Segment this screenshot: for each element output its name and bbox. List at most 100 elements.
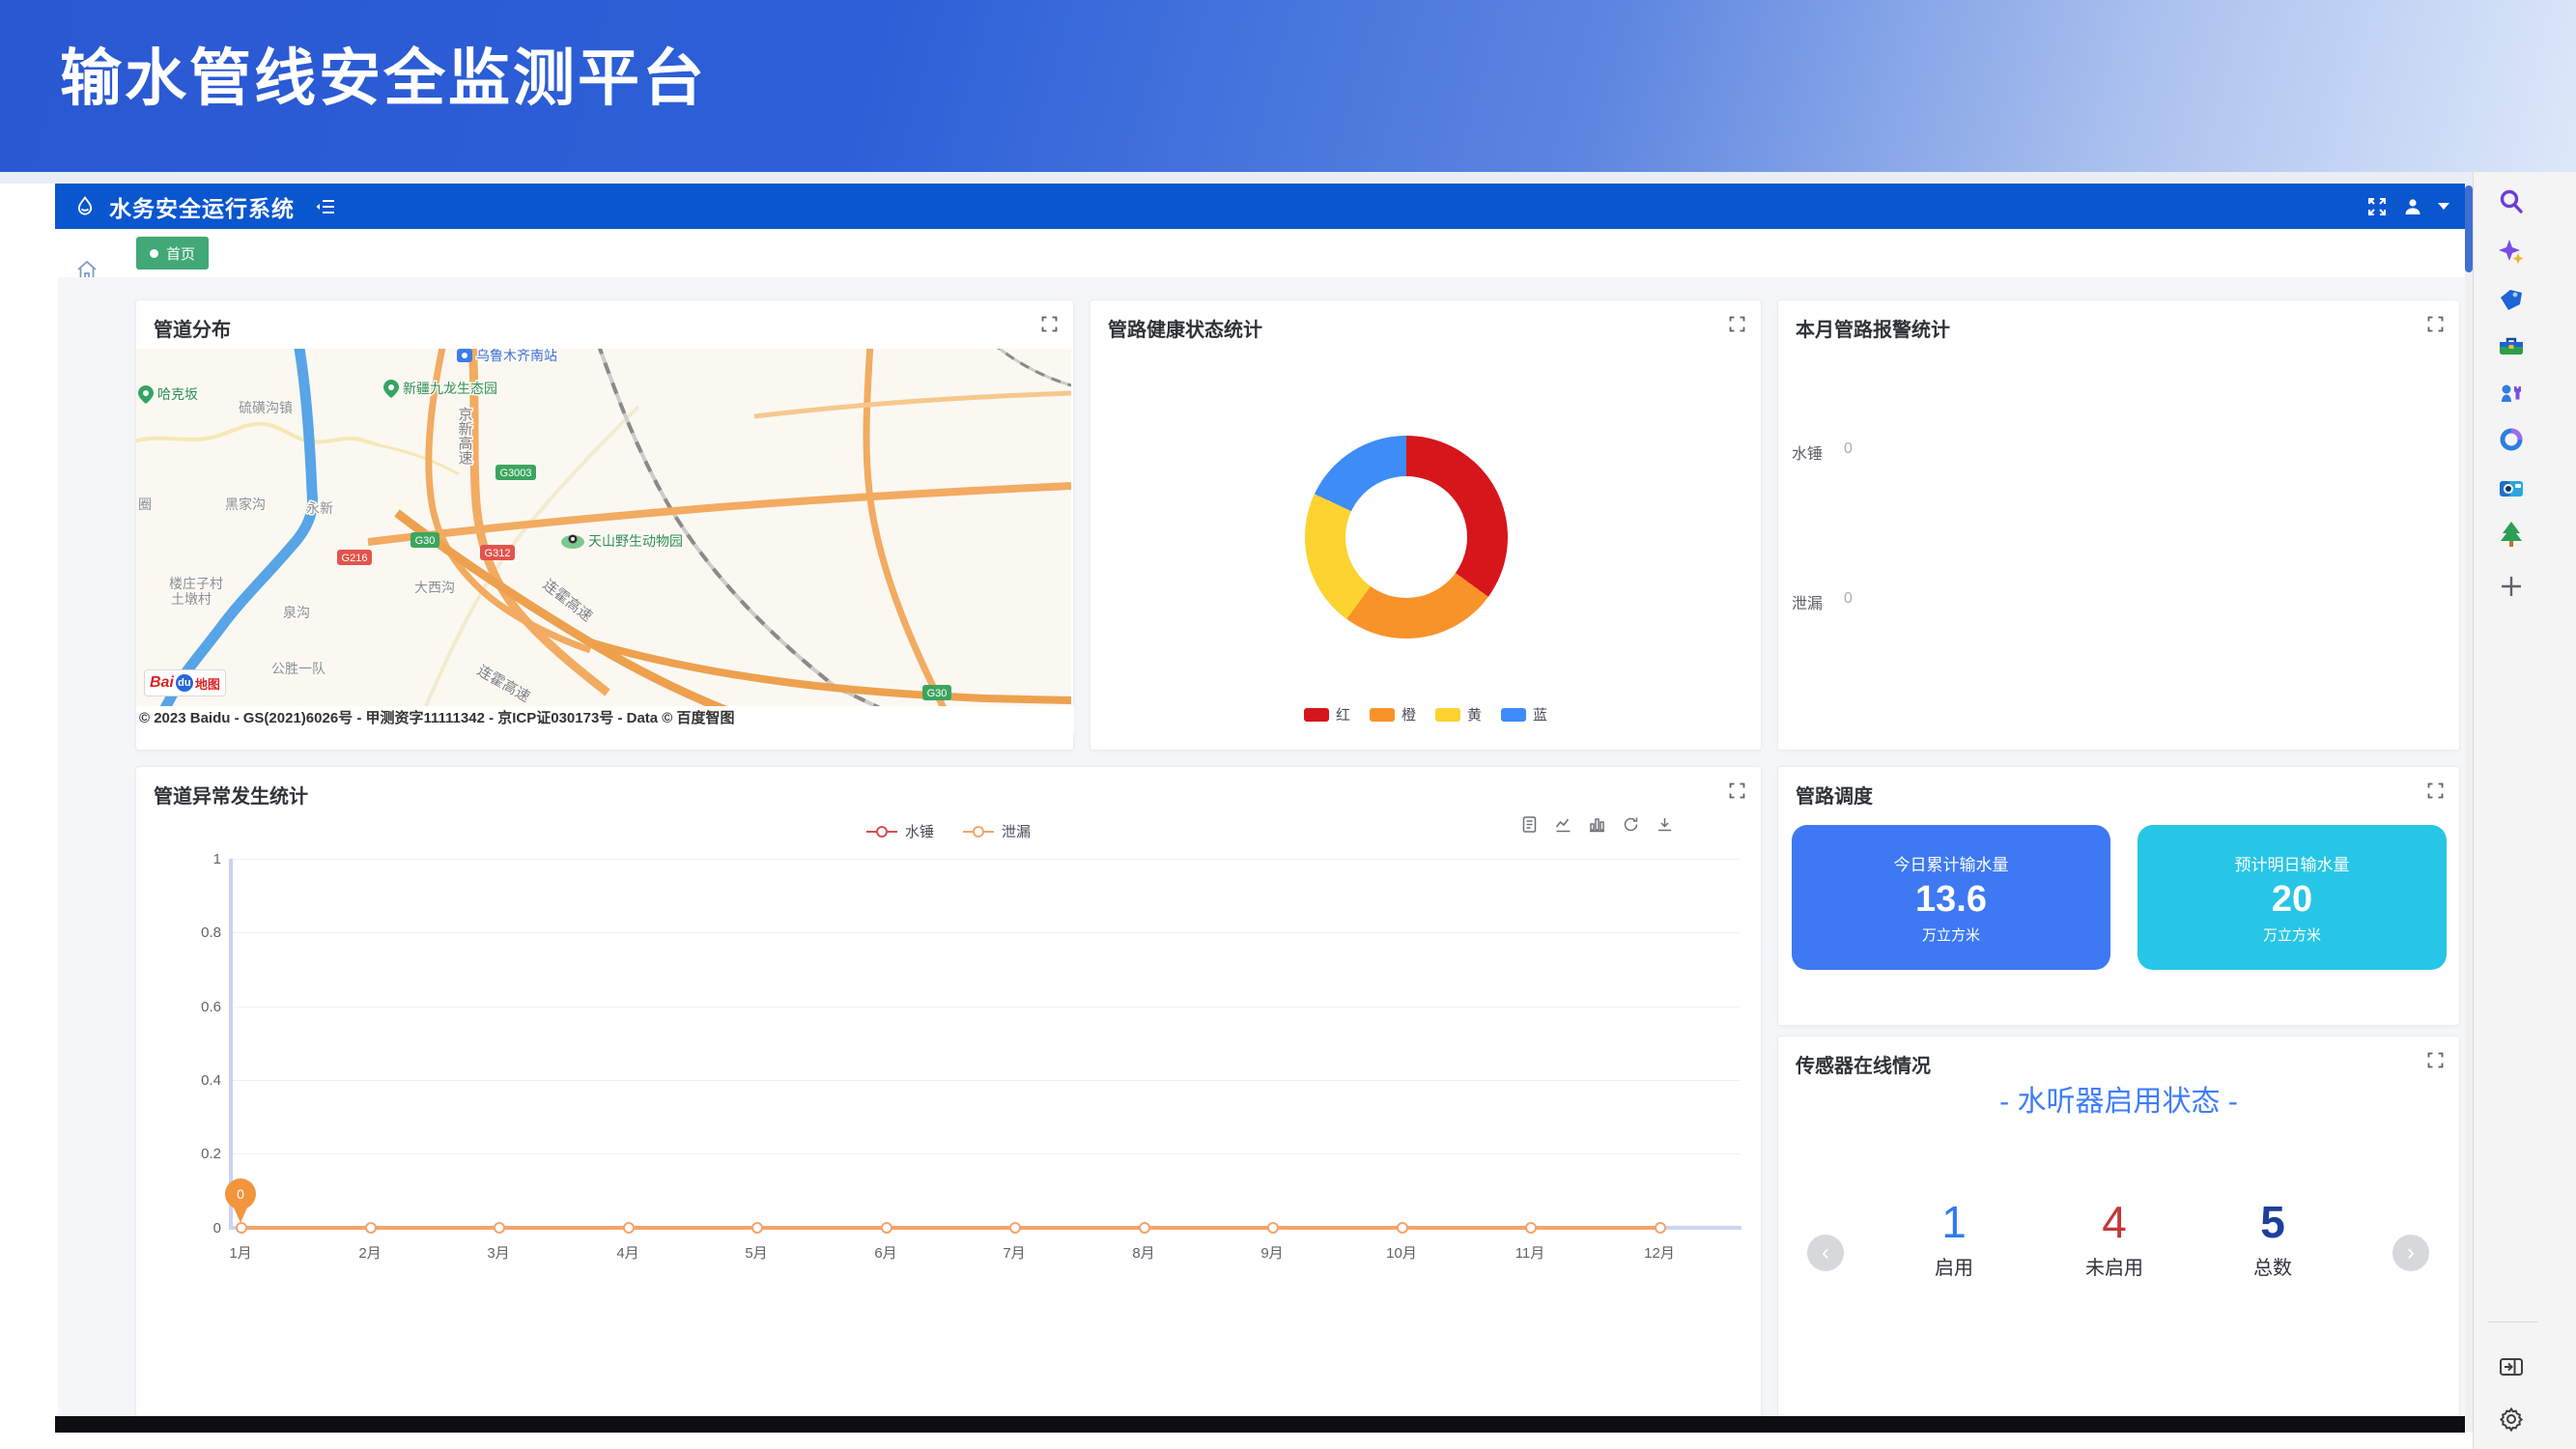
- add-extension-icon[interactable]: [2497, 572, 2526, 601]
- card-abnormal-statistics: 管道异常发生统计: [135, 766, 1762, 1417]
- data-point[interactable]: [623, 1222, 635, 1234]
- card-pipeline-health: 管路健康状态统计 红 橙 黄 蓝: [1090, 299, 1762, 751]
- legend-item-red[interactable]: 红: [1304, 704, 1350, 724]
- alarm-category-label: 泄漏: [1792, 590, 1823, 613]
- data-point[interactable]: [1655, 1222, 1666, 1234]
- sparkle-ai-icon[interactable]: [2497, 238, 2526, 267]
- alarm-value: 0: [1844, 590, 1853, 613]
- y-axis-line: [229, 859, 233, 1228]
- tree-icon[interactable]: [2497, 520, 2526, 549]
- card-monthly-alarms: 本月管路报警统计 水锤 0 泄漏 0: [1777, 299, 2460, 751]
- x-tick-label: 8月: [1115, 1242, 1173, 1263]
- map-label: 硫磺沟镇: [239, 400, 293, 415]
- tab-home[interactable]: 首页: [136, 237, 209, 270]
- stat-not-enabled: 4 未启用: [2071, 1196, 2158, 1280]
- y-tick-label: 0.4: [154, 1072, 221, 1089]
- tab-bar: 首页: [116, 229, 2465, 278]
- top-banner: 输水管线安全监测平台: [0, 0, 2576, 172]
- map-label: 土墩村: [171, 591, 212, 607]
- loop-icon[interactable]: [2497, 425, 2526, 454]
- legend-label: 橙: [1401, 704, 1416, 724]
- x-tick-label: 3月: [469, 1242, 527, 1263]
- expand-card-icon[interactable]: [2427, 782, 2444, 799]
- svg-text:G30: G30: [415, 535, 436, 547]
- banner-divider: [0, 172, 2576, 184]
- markpoint-pin-tail: [234, 1208, 247, 1223]
- open-sidebar-icon[interactable]: [2497, 1352, 2526, 1381]
- data-point[interactable]: [1267, 1222, 1279, 1234]
- baidu-map[interactable]: 硫磺沟镇 黑家沟 永新 大西沟 泉沟 公胜一队 楼庄子村 土墩村 圈 京新高速 …: [136, 349, 1071, 706]
- data-point[interactable]: [236, 1222, 247, 1234]
- data-point[interactable]: [1009, 1222, 1021, 1234]
- expand-card-icon[interactable]: [2427, 316, 2444, 332]
- menu-fold-icon[interactable]: [314, 195, 337, 218]
- stat-enabled: 1 启用: [1911, 1196, 1997, 1280]
- data-point[interactable]: [1397, 1222, 1408, 1234]
- camera-icon[interactable]: [2497, 473, 2526, 502]
- data-point[interactable]: [1525, 1222, 1537, 1234]
- x-tick-label: 9月: [1243, 1242, 1301, 1263]
- map-label: 公胜一队: [271, 661, 326, 676]
- map-poi-hakeban: 哈克坂: [138, 385, 198, 404]
- legend-swatch: [1501, 708, 1526, 722]
- hydrophone-status-heading: - 水听器启用状态 -: [1778, 1077, 2459, 1120]
- alarm-row-xielou: 泄漏 0: [1792, 590, 1853, 613]
- carousel-prev-arrow[interactable]: ‹: [1807, 1235, 1844, 1271]
- search-icon[interactable]: [2497, 187, 2526, 216]
- y-tick-label: 0: [154, 1220, 221, 1236]
- baidu-logo-text: Bai: [150, 674, 174, 692]
- x-tick-label: 7月: [985, 1242, 1043, 1263]
- legend-item-xielou[interactable]: 泄漏: [963, 821, 1031, 841]
- legend-item-yellow[interactable]: 黄: [1435, 704, 1482, 724]
- tile-tomorrow-volume[interactable]: 预计明日输水量 20 万立方米: [2137, 825, 2447, 970]
- user-avatar-icon[interactable]: [2403, 197, 2422, 216]
- chess-icon[interactable]: [2497, 379, 2526, 408]
- svg-text:G30: G30: [927, 688, 948, 699]
- gridline: [231, 1007, 1740, 1008]
- data-point[interactable]: [881, 1222, 892, 1234]
- fullscreen-toggle-icon[interactable]: [2366, 196, 2388, 217]
- tile-unit: 万立方米: [1922, 924, 1980, 945]
- svg-text:新疆九龙生态园: 新疆九龙生态园: [403, 381, 497, 396]
- card-pipeline-distribution: 管道分布: [135, 299, 1074, 751]
- map-road-label: 京新高速: [457, 407, 473, 466]
- legend-item-shuichui[interactable]: 水锤: [866, 821, 934, 841]
- carousel-next-arrow[interactable]: ›: [2392, 1235, 2429, 1271]
- data-point[interactable]: [1139, 1222, 1150, 1234]
- legend-item-orange[interactable]: 橙: [1370, 704, 1416, 724]
- data-point[interactable]: [365, 1222, 377, 1234]
- svg-text:G216: G216: [342, 553, 368, 564]
- map-badge-g216: G216: [337, 550, 372, 565]
- card-pipeline-dispatch: 管路调度 今日累计输水量 13.6 万立方米 预计明日输水量 20 万立方米: [1777, 766, 2460, 1026]
- data-point[interactable]: [494, 1222, 505, 1234]
- svg-text:乌鲁木齐南站: 乌鲁木齐南站: [476, 349, 557, 363]
- dashboard-screen: 输水管线安全监测平台 水务安全运行系统: [0, 0, 2576, 1449]
- svg-text:G312: G312: [485, 548, 511, 559]
- gridline: [231, 1080, 1740, 1081]
- user-menu-caret-icon[interactable]: [2438, 203, 2449, 210]
- data-point[interactable]: [751, 1222, 763, 1234]
- tile-label: 预计明日输水量: [2235, 851, 2350, 875]
- stat-label: 未启用: [2071, 1252, 2158, 1280]
- legend-label: 水锤: [905, 821, 934, 841]
- svg-text:G3003: G3003: [499, 468, 531, 479]
- expand-card-icon[interactable]: [2427, 1052, 2444, 1068]
- baidu-logo: Bai du 地图: [144, 669, 226, 696]
- map-label: 楼庄子村: [169, 576, 223, 591]
- legend-item-blue[interactable]: 蓝: [1501, 704, 1547, 724]
- health-donut-chart[interactable]: [1305, 436, 1508, 639]
- stat-value: 1: [1911, 1196, 1997, 1248]
- card-title: 本月管路报警统计: [1796, 314, 1950, 342]
- tag-icon[interactable]: [2497, 286, 2526, 315]
- tile-today-volume[interactable]: 今日累计输水量 13.6 万立方米: [1792, 825, 2110, 970]
- expand-card-icon[interactable]: [1041, 316, 1058, 332]
- page-scrollbar[interactable]: [2465, 184, 2473, 1432]
- settings-gear-icon[interactable]: [2497, 1405, 2526, 1434]
- expand-card-icon[interactable]: [1729, 316, 1745, 332]
- expand-card-icon[interactable]: [1729, 782, 1745, 799]
- scrollbar-thumb[interactable]: [2465, 185, 2473, 272]
- card-title: 传感器在线情况: [1796, 1050, 1931, 1078]
- map-label: 泉沟: [283, 605, 310, 620]
- card-sensor-online: 传感器在线情况 - 水听器启用状态 - ‹ › 1 启用 4 未启用 5 总数: [1777, 1036, 2460, 1417]
- toolbox-icon[interactable]: [2497, 332, 2526, 361]
